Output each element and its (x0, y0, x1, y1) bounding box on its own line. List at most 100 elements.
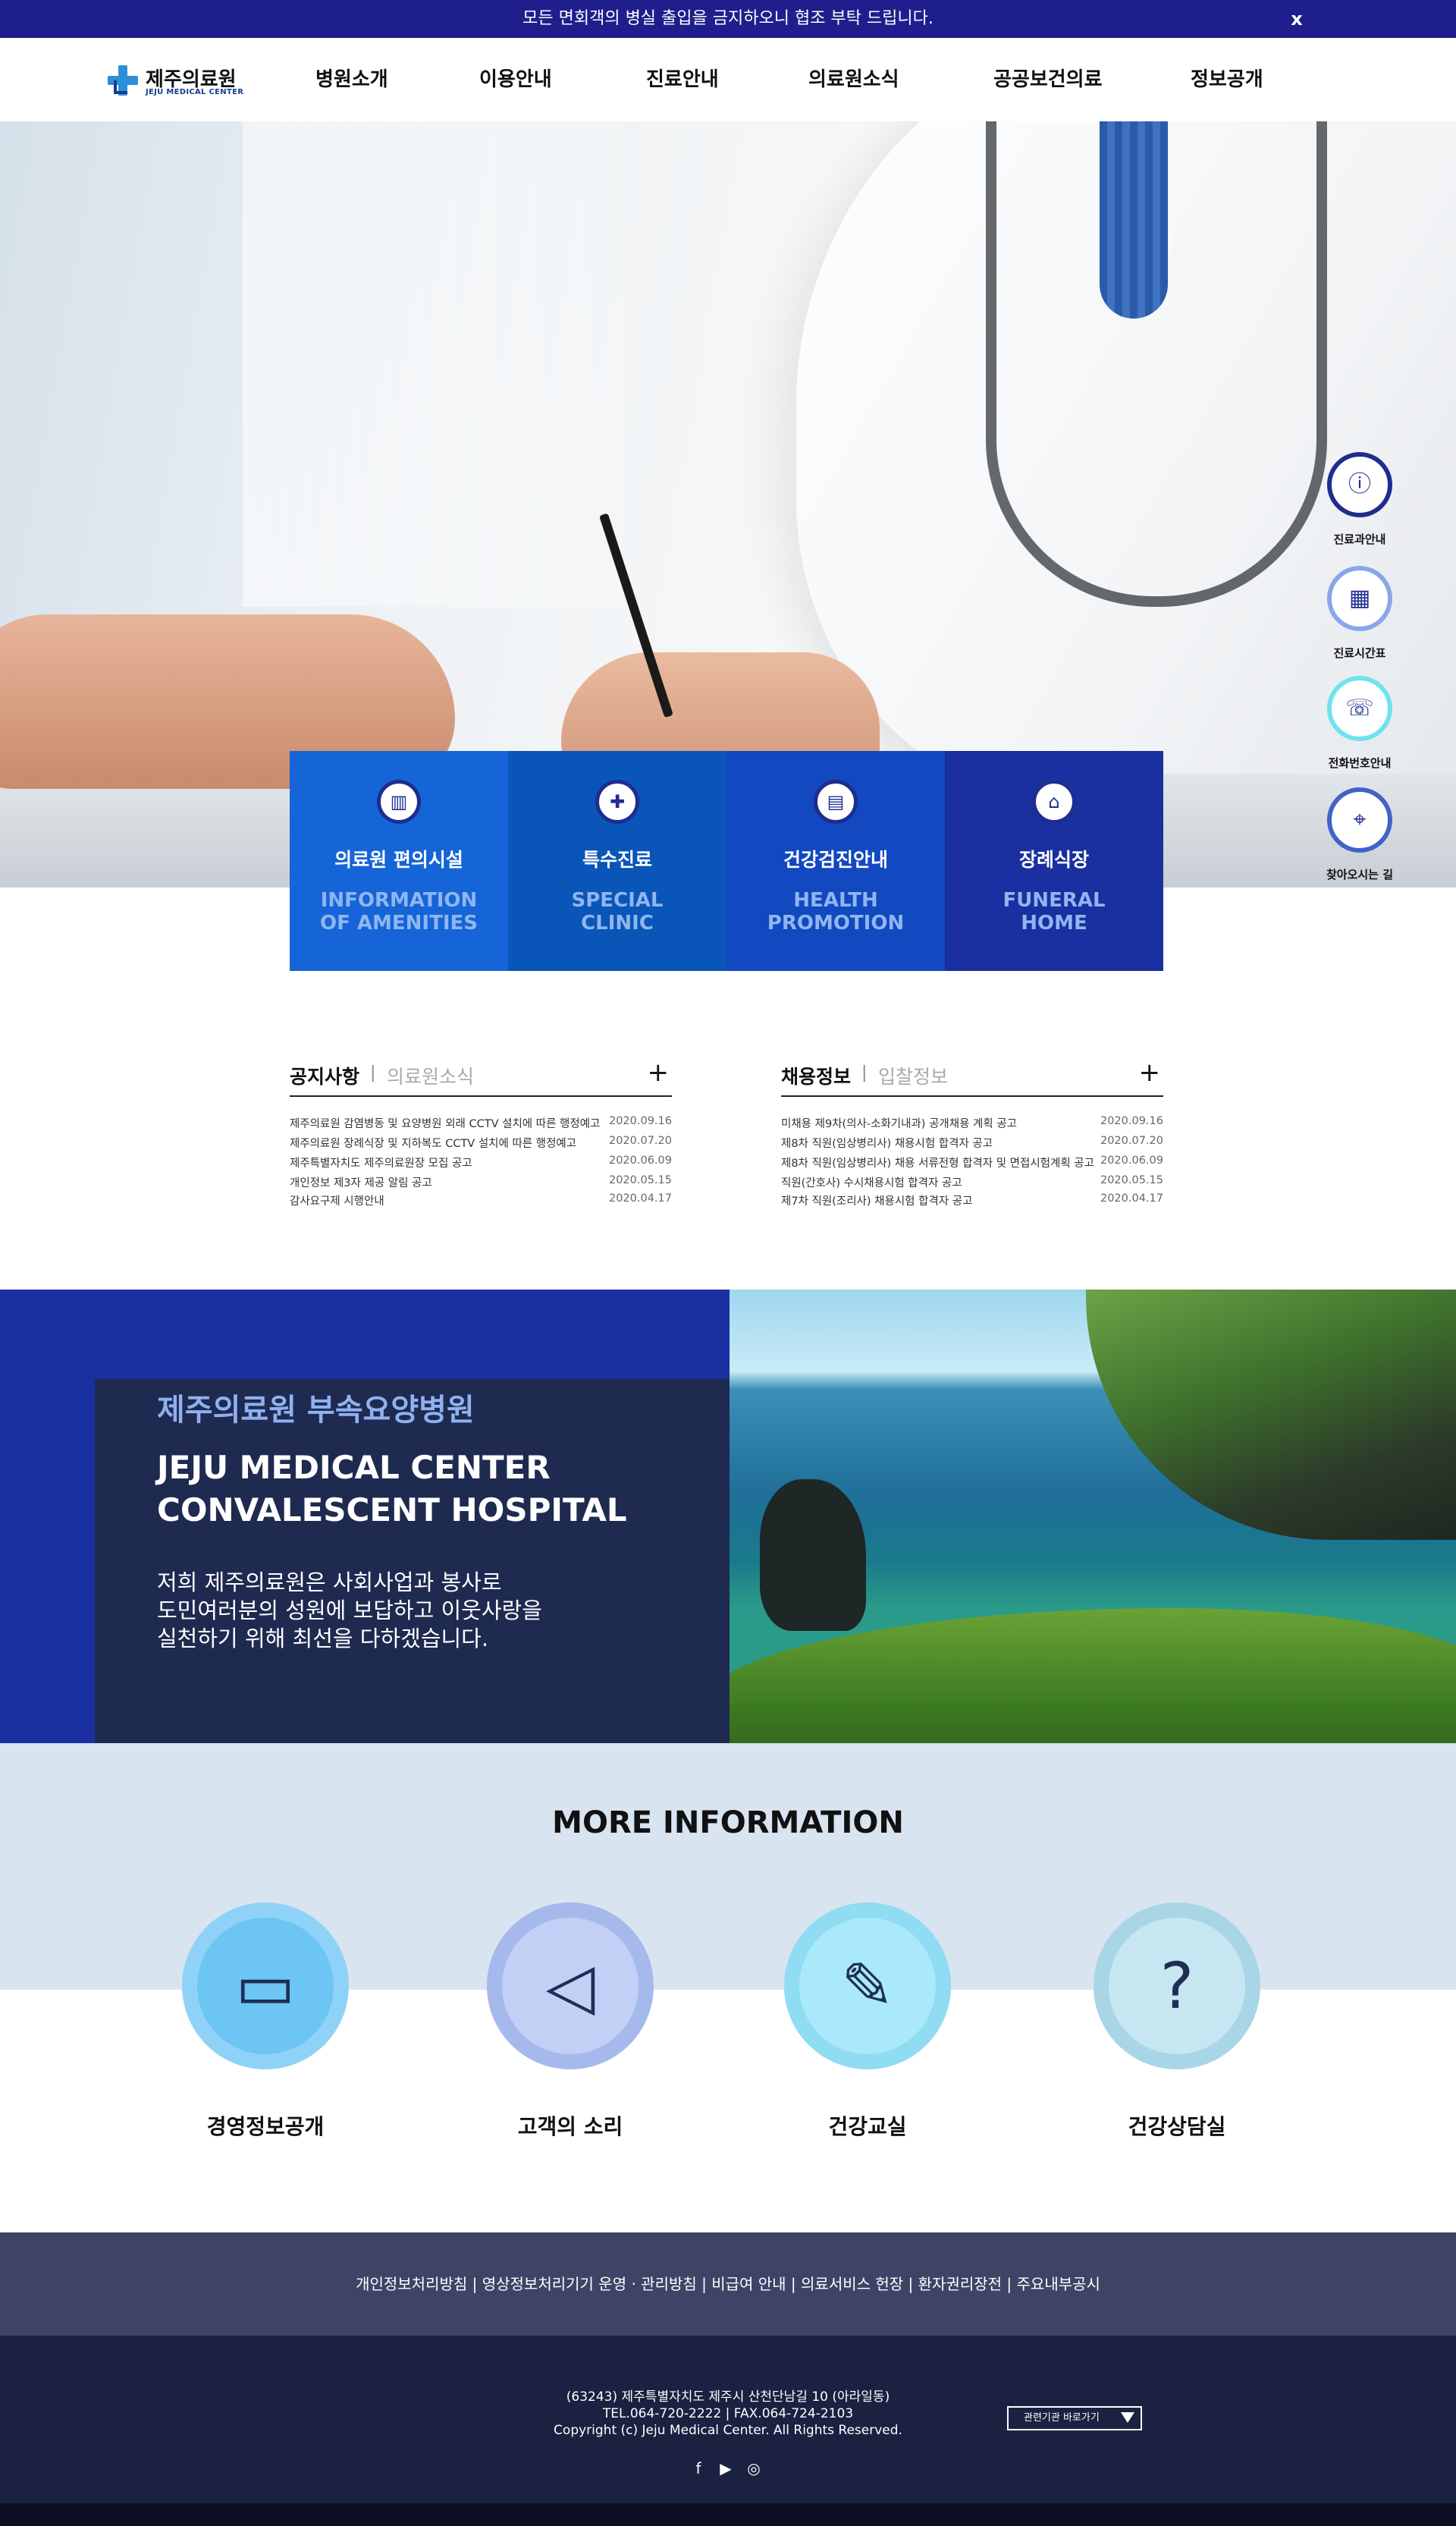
footer-link-sep: | (467, 2275, 482, 2293)
plus-icon[interactable]: + (1139, 1057, 1161, 1088)
feature-subtitle: HEALTH PROMOTION (767, 889, 905, 935)
nav-usage-guide[interactable]: 이용안내 (479, 38, 552, 121)
footer-address-block: (63243) 제주특별자치도 제주시 산천단남길 10 (아라일동) TEL.… (0, 2389, 1456, 2439)
list-item[interactable]: 미채용 제9차(의사-소화기내과) 공개채용 계획 공고 2020.09.16 (781, 1115, 1163, 1135)
photo-rock (760, 1479, 866, 1631)
facebook-icon[interactable]: f (689, 2458, 708, 2478)
document-edit-icon: ✎ (799, 1918, 936, 2054)
list-item[interactable]: 감사요구제 시행안내 2020.04.17 (290, 1192, 672, 1212)
feature-funeral-home[interactable]: ⌂ 장례식장 FUNERAL HOME (945, 751, 1163, 971)
list-item-title: 직원(간호사) 수시채용시험 합격자 공고 (781, 1177, 962, 1189)
feature-subtitle: SPECIAL CLINIC (571, 889, 664, 935)
list-item[interactable]: 제8차 직원(임상병리사) 채용시험 합격자 공고 2020.07.20 (781, 1135, 1163, 1155)
site-header: 제주의료원 JEJU MEDICAL CENTER 병원소개 이용안내 진료안내… (0, 38, 1456, 121)
list-item-date: 2020.09.16 (608, 1115, 672, 1127)
building-icon: ▥ (377, 780, 421, 824)
list-item-title: 제주의료원 감염병동 및 요양병원 외래 CCTV 설치에 따른 행정예고 (290, 1118, 601, 1130)
list-item[interactable]: 개인정보 제3자 제공 알림 공고 2020.05.15 (290, 1174, 672, 1194)
feature-subtitle: INFORMATION OF AMENITIES (320, 889, 478, 935)
list-item-date: 2020.06.09 (608, 1155, 672, 1167)
nav-information-disclosure[interactable]: 정보공개 (1191, 38, 1263, 121)
tab-bidding[interactable]: 입찰정보 (878, 1062, 948, 1089)
quick-label: 찾아오시는 길 (1326, 868, 1394, 881)
convalescent-description: 저희 제주의료원은 사회사업과 봉사로 도민여러분의 성원에 보답하고 이웃사랑… (157, 1569, 542, 1653)
tab-separator: | (370, 1063, 376, 1082)
quick-circle: ⓘ (1327, 452, 1392, 517)
monitor-icon: ▭ (197, 1918, 334, 2054)
nav-hospital-intro[interactable]: 병원소개 (315, 38, 388, 121)
plus-icon[interactable]: + (648, 1057, 670, 1088)
convalescent-section: 제주의료원 부속요양병원 JEJU MEDICAL CENTER CONVALE… (0, 1290, 1456, 1743)
list-item-title: 미채용 제9차(의사-소화기내과) 공개채용 계획 공고 (781, 1118, 1018, 1130)
footer-copyright: Copyright (c) Jeju Medical Center. All R… (554, 2423, 902, 2438)
info-label: 고객의 소리 (517, 2114, 623, 2139)
list-item[interactable]: 직원(간호사) 수시채용시험 합격자 공고 2020.05.15 (781, 1174, 1163, 1194)
nav-news[interactable]: 의료원소식 (808, 38, 899, 121)
tab-recruitment[interactable]: 채용정보 (781, 1062, 851, 1089)
related-sites-select[interactable]: 관련기관 바로가기 (1007, 2406, 1142, 2430)
list-item-title: 개인정보 제3자 제공 알림 공고 (290, 1177, 432, 1189)
footer-link-patient-rights[interactable]: 환자권리장전 (918, 2275, 1002, 2293)
medical-icon: ✚ (595, 780, 639, 824)
feature-amenities[interactable]: ▥ 의료원 편의시설 INFORMATION OF AMENITIES (290, 751, 508, 971)
list-item[interactable]: 제주특별자치도 제주의료원장 모집 공고 2020.06.09 (290, 1155, 672, 1174)
tab-separator: | (861, 1063, 868, 1082)
feature-title: 장례식장 (1018, 849, 1089, 871)
notice-text: 모든 면회객의 병실 출입을 금지하오니 협조 부탁 드립니다. (522, 9, 934, 28)
footer-links: 개인정보처리방침 | 영상정보처리기기 운영 · 관리방침 | 비급여 안내 |… (0, 2232, 1456, 2336)
footer-link-non-covered[interactable]: 비급여 안내 (711, 2275, 786, 2293)
info-label: 건강상담실 (1128, 2114, 1226, 2139)
site-logo[interactable]: 제주의료원 JEJU MEDICAL CENTER (106, 64, 243, 99)
list-item[interactable]: 제주의료원 감염병동 및 요양병원 외래 CCTV 설치에 따른 행정예고 202… (290, 1115, 672, 1135)
list-item[interactable]: 제주의료원 장례식장 및 지하복도 CCTV 설치에 따른 행정예고 2020.0… (290, 1135, 672, 1155)
instagram-icon[interactable]: ◎ (744, 2458, 764, 2478)
phone-icon: ☏ (1338, 686, 1382, 730)
list-item-title: 제7차 직원(조리사) 채용시험 합격자 공고 (781, 1195, 973, 1208)
list-item-title: 감사요구제 시행안내 (290, 1195, 384, 1208)
footer-link-sep: | (696, 2275, 712, 2293)
list-item-title: 제주의료원 장례식장 및 지하복도 CCTV 설치에 따른 행정예고 (290, 1138, 577, 1150)
footer-link-sep: | (1002, 2275, 1017, 2293)
feature-health-checkup[interactable]: ▤ 건강검진안내 HEALTH PROMOTION (726, 751, 945, 971)
list-item-title: 제8차 직원(임상병리사) 채용시험 합격자 공고 (781, 1138, 993, 1150)
list-item-date: 2020.06.09 (1100, 1155, 1163, 1167)
nav-public-health[interactable]: 공공보건의료 (993, 38, 1103, 121)
feature-special-clinic[interactable]: ✚ 특수진료 SPECIAL CLINIC (508, 751, 726, 971)
board-header: 공지사항 | 의료원소식 + (290, 1054, 672, 1097)
logo-cross-icon (108, 65, 138, 96)
youtube-icon[interactable]: ▶ (716, 2458, 736, 2478)
footer-links-bar: 개인정보처리방침 | 영상정보처리기기 운영 · 관리방침 | 비급여 안내 |… (0, 2232, 1456, 2336)
list-item-date: 2020.05.15 (608, 1174, 672, 1186)
footer-link-sep: | (786, 2275, 802, 2293)
footer-main: (63243) 제주특별자치도 제주시 산천단남길 10 (아라일동) TEL.… (0, 2336, 1456, 2503)
list-item-date: 2020.07.20 (1100, 1135, 1163, 1147)
convalescent-desc-line3: 실천하기 위해 최선을 다하겠습니다. (157, 1626, 489, 1651)
list-item-date: 2020.05.15 (1100, 1174, 1163, 1186)
quick-label: 진료시간표 (1333, 646, 1386, 660)
checkup-icon: ▤ (814, 780, 858, 824)
list-item-date: 2020.04.17 (608, 1192, 672, 1205)
notice-close-button[interactable]: x (1282, 0, 1312, 38)
question-chat-icon: ? (1109, 1918, 1245, 2054)
tab-hospital-news[interactable]: 의료원소식 (387, 1062, 474, 1089)
footer-link-service-charter[interactable]: 의료서비스 헌장 (801, 2275, 903, 2293)
funeral-icon: ⌂ (1032, 780, 1076, 824)
footer-link-internal-disclosure[interactable]: 주요내부공시 (1017, 2275, 1100, 2293)
list-item[interactable]: 제7차 직원(조리사) 채용시험 합격자 공고 2020.04.17 (781, 1192, 1163, 1212)
footer-link-privacy[interactable]: 개인정보처리방침 (356, 2275, 467, 2293)
feature-subtitle: FUNERAL HOME (1003, 889, 1106, 935)
list-item[interactable]: 제8차 직원(임상병리사) 채용 서류전형 합격자 및 면접시험계획 공고 202… (781, 1155, 1163, 1174)
related-sites-label: 관련기관 바로가기 (1024, 2412, 1100, 2424)
convalescent-desc-line2: 도민여러분의 성원에 보답하고 이웃사랑을 (157, 1598, 542, 1623)
tab-notices[interactable]: 공지사항 (290, 1062, 359, 1089)
board-header: 채용정보 | 입찰정보 + (781, 1054, 1163, 1097)
footer-link-sep: | (903, 2275, 918, 2293)
jeju-coast-photo (730, 1290, 1456, 1743)
list-item-title: 제주특별자치도 제주의료원장 모집 공고 (290, 1158, 472, 1170)
list-item-title: 제8차 직원(임상병리사) 채용 서류전형 합격자 및 면접시험계획 공고 (781, 1158, 1094, 1170)
info-icon: ⓘ (1338, 463, 1382, 507)
footer-link-cctv[interactable]: 영상정보처리기기 운영 · 관리방침 (482, 2275, 697, 2293)
nav-treatment-guide[interactable]: 진료안내 (646, 38, 719, 121)
convalescent-panel (95, 1379, 730, 1743)
triangle-down-icon (1121, 2412, 1134, 2423)
